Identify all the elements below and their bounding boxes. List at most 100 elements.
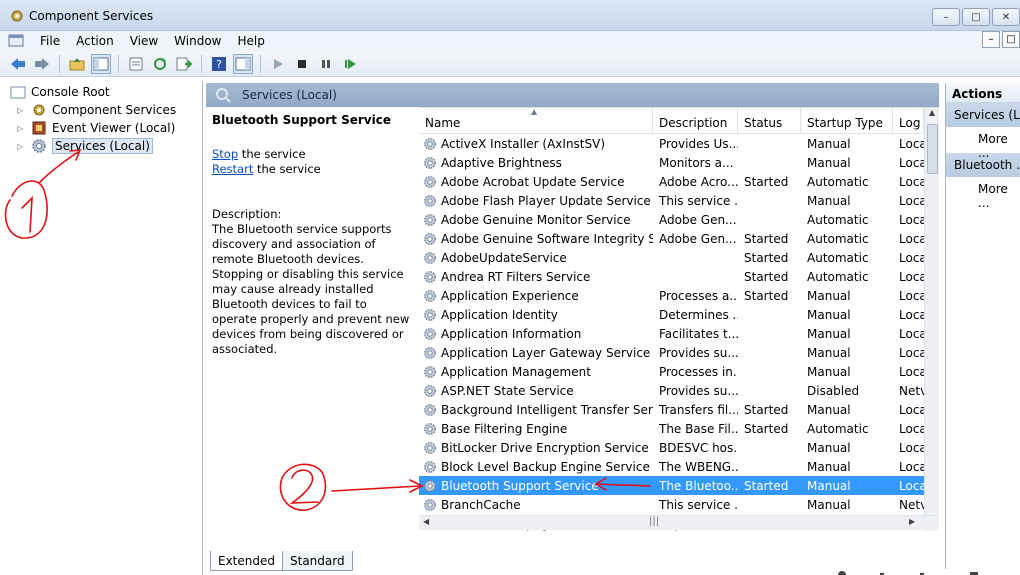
service-gear-icon bbox=[424, 213, 436, 226]
sort-up-icon: ▲ bbox=[531, 108, 538, 116]
table-row[interactable]: Adaptive Brightness Monitors a... Manual Lo… bbox=[419, 153, 924, 172]
table-row[interactable]: ASP.NET State Service Provides su... Disab… bbox=[419, 381, 924, 400]
column-startup-type[interactable]: Startup Type bbox=[801, 108, 893, 134]
scroll-left-icon[interactable]: ◀ bbox=[423, 517, 429, 526]
service-gear-icon bbox=[424, 175, 436, 188]
stop-service-link[interactable]: Stop bbox=[212, 147, 238, 161]
service-description-cell: The Base Fil... bbox=[659, 421, 738, 436]
up-folder-button[interactable] bbox=[67, 54, 87, 74]
more-actions-link[interactable]: More ... bbox=[946, 177, 1020, 210]
refresh-button[interactable] bbox=[150, 54, 170, 74]
service-gear-icon bbox=[424, 194, 436, 207]
expand-arrow-icon[interactable]: ▷ bbox=[17, 124, 27, 133]
actions-section-services[interactable]: Services (L... bbox=[946, 103, 1020, 127]
help-button[interactable]: ? bbox=[209, 54, 229, 74]
column-name[interactable]: ▲ Name bbox=[419, 108, 653, 134]
folder-icon bbox=[10, 86, 26, 99]
scroll-up-icon[interactable]: ▲ bbox=[925, 108, 939, 123]
tree-item-event-viewer[interactable]: ▷ Event Viewer (Local) bbox=[17, 119, 175, 137]
scroll-right-icon[interactable]: ▶ bbox=[909, 517, 915, 526]
description-label: Description: bbox=[212, 207, 282, 221]
table-row[interactable]: ActiveX Installer (AxInstSV) Provides Us.… bbox=[419, 134, 924, 153]
column-log-on-as[interactable]: Log bbox=[893, 108, 924, 134]
service-startup-cell: Manual bbox=[807, 288, 851, 303]
minimize-button[interactable]: – bbox=[932, 8, 960, 26]
show-hide-tree-button[interactable] bbox=[91, 53, 111, 74]
service-status-cell: Started bbox=[744, 250, 789, 265]
table-row[interactable]: BitLocker Drive Encryption Service BDESVC… bbox=[419, 438, 924, 457]
refresh-icon bbox=[154, 57, 166, 70]
scroll-thumb[interactable] bbox=[927, 124, 938, 174]
menu-view[interactable]: View bbox=[122, 34, 166, 48]
export-list-button[interactable] bbox=[174, 54, 194, 74]
service-gear-icon bbox=[424, 270, 436, 283]
service-name-cell: Application Identity bbox=[419, 308, 653, 322]
expand-arrow-icon[interactable]: ▷ bbox=[17, 106, 27, 115]
service-startup-cell: Automatic bbox=[807, 269, 869, 284]
service-gear-icon bbox=[424, 232, 436, 245]
menu-help[interactable]: Help bbox=[230, 34, 273, 48]
stop-service-button[interactable] bbox=[292, 54, 312, 74]
table-row[interactable]: Andrea RT Filters Service Started Automati… bbox=[419, 267, 924, 286]
service-description-cell: The WBENG... bbox=[659, 459, 738, 474]
service-description-cell: Provides su... bbox=[659, 345, 738, 360]
scroll-grip-icon[interactable]: ||| bbox=[649, 516, 659, 527]
table-row[interactable]: Bluetooth Support Service The Bluetoo... S… bbox=[419, 476, 924, 495]
table-row[interactable]: Adobe Genuine Monitor Service Adobe Gen..… bbox=[419, 210, 924, 229]
table-row[interactable]: Application Identity Determines ... Manual… bbox=[419, 305, 924, 324]
table-row[interactable]: Application Layer Gateway Service Provide… bbox=[419, 343, 924, 362]
stop-line-text: the service bbox=[238, 147, 306, 161]
table-row[interactable]: Application Management Processes in... Man… bbox=[419, 362, 924, 381]
show-hide-action-pane-button[interactable] bbox=[233, 53, 253, 74]
stop-line: Stop the service bbox=[212, 147, 412, 162]
up-folder-icon bbox=[69, 57, 85, 70]
table-row[interactable]: Background Intelligent Transfer Service T… bbox=[419, 400, 924, 419]
tree-item-services-local[interactable]: ▷ Services (Local) bbox=[17, 137, 153, 155]
service-description-cell: Processes in... bbox=[659, 364, 738, 379]
close-button[interactable]: ✕ bbox=[992, 8, 1020, 26]
column-description[interactable]: Description bbox=[653, 108, 738, 134]
table-row[interactable]: BranchCache This service ... Manual Netv bbox=[419, 495, 924, 514]
tab-extended[interactable]: Extended bbox=[210, 551, 283, 571]
more-actions-link[interactable]: More ... bbox=[946, 127, 1020, 160]
back-button[interactable] bbox=[8, 54, 28, 74]
service-gear-icon bbox=[424, 289, 436, 302]
service-name: Block Level Backup Engine Service bbox=[441, 459, 650, 474]
service-logon-cell: Loca bbox=[899, 421, 924, 436]
service-name: Adobe Genuine Monitor Service bbox=[441, 212, 631, 227]
expand-arrow-icon[interactable]: ▷ bbox=[17, 142, 27, 151]
child-window-controls: – □ bbox=[982, 31, 1020, 48]
start-service-button[interactable] bbox=[268, 54, 288, 74]
table-row[interactable]: Adobe Acrobat Update Service Adobe Acro..… bbox=[419, 172, 924, 191]
tree-item-component-services[interactable]: ▷ Component Services bbox=[17, 101, 176, 119]
child-minimize-button[interactable]: – bbox=[982, 31, 1000, 48]
restart-service-button[interactable] bbox=[340, 54, 360, 74]
table-row[interactable]: AdobeUpdateService Started Automatic Loca bbox=[419, 248, 924, 267]
event-viewer-icon bbox=[32, 121, 46, 135]
horizontal-scrollbar[interactable]: ◀ ||| ▶ bbox=[419, 515, 939, 530]
service-description-cell: Adobe Acro... bbox=[659, 174, 738, 189]
tab-standard[interactable]: Standard bbox=[282, 551, 353, 571]
menu-action[interactable]: Action bbox=[68, 34, 122, 48]
service-startup-cell: Automatic bbox=[807, 231, 869, 246]
restart-service-link[interactable]: Restart bbox=[212, 162, 253, 176]
table-row[interactable]: Base Filtering Engine The Base Fil... Star… bbox=[419, 419, 924, 438]
table-row[interactable]: Application Experience Processes a... Star… bbox=[419, 286, 924, 305]
menu-window[interactable]: Window bbox=[166, 34, 229, 48]
child-restore-button[interactable]: □ bbox=[1002, 31, 1020, 48]
table-row[interactable]: Adobe Genuine Software Integrity Ser... A… bbox=[419, 229, 924, 248]
maximize-button[interactable]: □ bbox=[962, 8, 990, 26]
mmc-icon bbox=[8, 34, 24, 47]
service-logon-cell: Loca bbox=[899, 250, 924, 265]
pause-service-button[interactable] bbox=[316, 54, 336, 74]
play-icon bbox=[274, 58, 283, 69]
forward-button[interactable] bbox=[32, 54, 52, 74]
vertical-scrollbar[interactable]: ▲ ▼ bbox=[924, 108, 939, 531]
table-row[interactable]: Adobe Flash Player Update Service This se… bbox=[419, 191, 924, 210]
table-row[interactable]: Application Information Facilitates t... M… bbox=[419, 324, 924, 343]
tree-item-console-root[interactable]: Console Root bbox=[10, 83, 110, 101]
properties-button[interactable] bbox=[126, 54, 146, 74]
column-status[interactable]: Status bbox=[738, 108, 801, 134]
table-row[interactable]: Block Level Backup Engine Service The WBE… bbox=[419, 457, 924, 476]
menu-file[interactable]: File bbox=[32, 34, 68, 48]
